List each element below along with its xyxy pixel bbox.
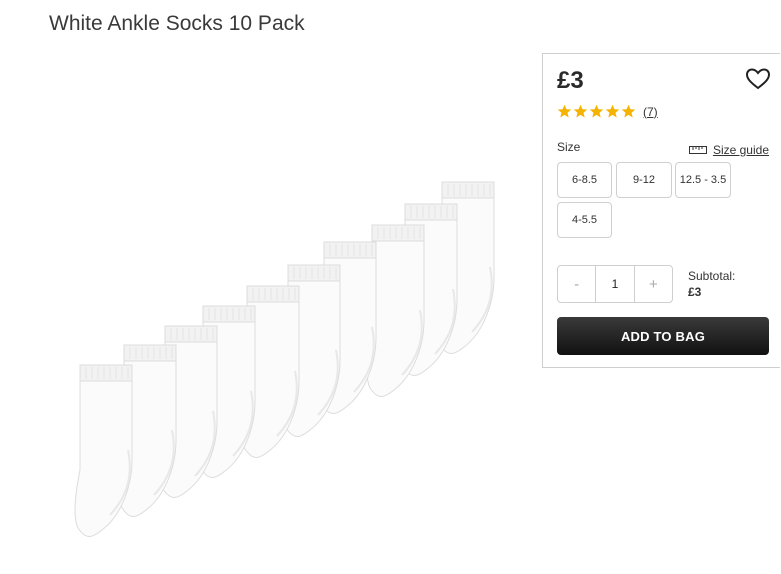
socks-illustration xyxy=(74,181,495,537)
product-title: White Ankle Socks 10 Pack xyxy=(49,12,305,35)
star-icon xyxy=(573,104,588,118)
purchase-panel: £3 (7) Size Size guide 6-8.5 9-12 12.5 -… xyxy=(542,53,780,368)
star-rating xyxy=(557,104,637,119)
wishlist-heart-icon[interactable] xyxy=(745,67,771,91)
subtotal-label: Subtotal: xyxy=(688,269,736,283)
quantity-increase-button[interactable]: + xyxy=(635,266,672,302)
star-icon xyxy=(621,104,636,118)
star-icon xyxy=(557,104,572,118)
quantity-input[interactable]: 1 xyxy=(595,266,635,302)
quantity-decrease-button[interactable]: - xyxy=(558,266,595,302)
size-option-6-8-5[interactable]: 6-8.5 xyxy=(557,162,612,198)
size-option-4-5-5[interactable]: 4-5.5 xyxy=(557,202,612,238)
rating: (7) xyxy=(557,104,658,119)
size-label: Size xyxy=(557,140,581,154)
heart-icon xyxy=(745,68,771,90)
review-count-link[interactable]: (7) xyxy=(643,105,658,119)
subtotal-value: £3 xyxy=(688,285,702,299)
star-icon xyxy=(589,104,604,118)
size-option-12-5-3-5[interactable]: 12.5 - 3.5 xyxy=(675,162,731,198)
ruler-icon xyxy=(688,146,707,154)
socks-product-image xyxy=(40,170,520,550)
subtotal: Subtotal: £3 xyxy=(688,269,735,299)
quantity-stepper: - 1 + xyxy=(557,265,673,303)
price: £3 xyxy=(557,67,584,94)
size-guide-label: Size guide xyxy=(712,143,769,157)
size-guide-link[interactable]: Size guide xyxy=(688,143,769,157)
size-option-9-12[interactable]: 9-12 xyxy=(616,162,672,198)
star-icon xyxy=(605,104,620,118)
add-to-bag-button[interactable]: ADD TO BAG xyxy=(557,317,769,355)
